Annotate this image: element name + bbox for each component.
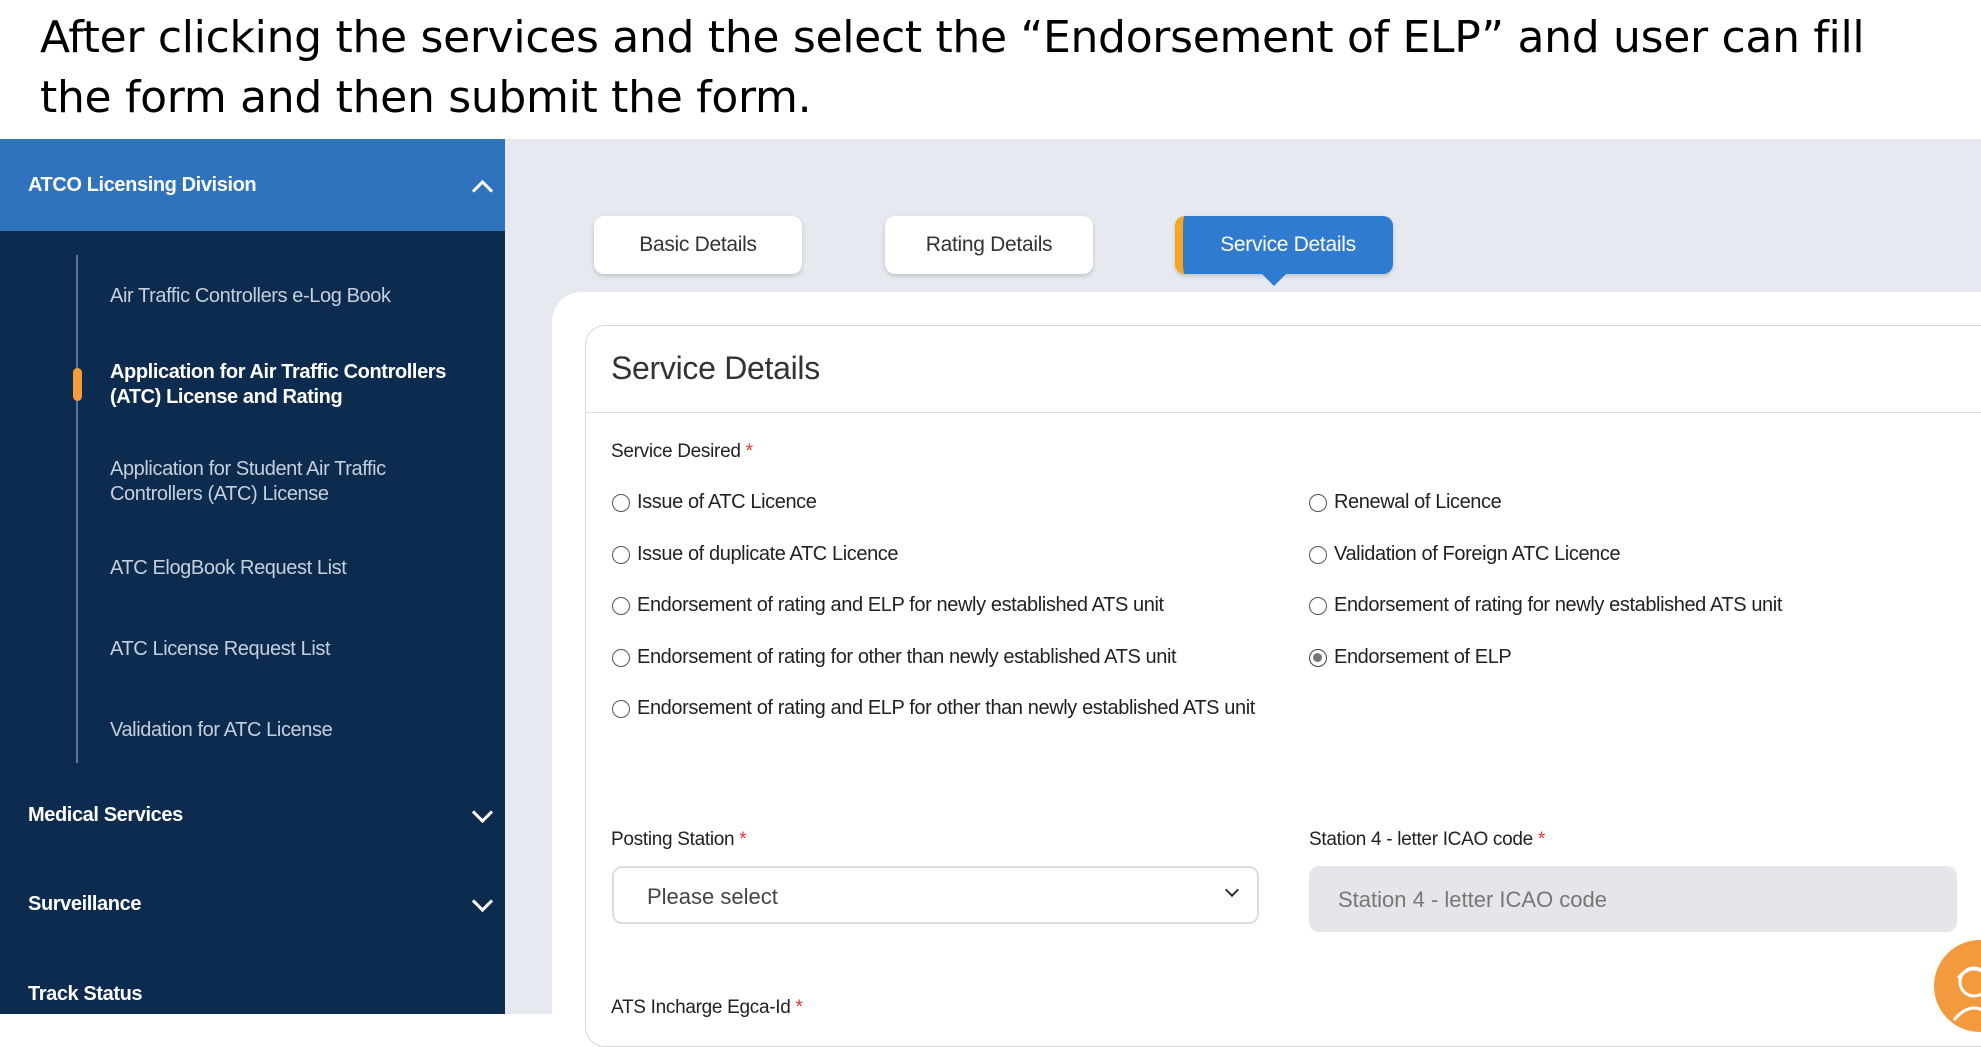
sidebar-item-surveillance[interactable]: Surveillance	[28, 893, 141, 916]
radio-button[interactable]	[1309, 545, 1327, 564]
radio-button[interactable]	[1309, 596, 1327, 615]
chevron-down-icon	[471, 801, 494, 824]
radio-button[interactable]	[612, 596, 630, 615]
sidebar-section-atco[interactable]: ATCO Licensing Division	[0, 139, 505, 231]
sidebar-item-medical-services[interactable]: Medical Services	[28, 804, 183, 827]
radio-button[interactable]	[612, 493, 630, 512]
active-tab-pointer	[1262, 274, 1286, 286]
radio-endorsement-rating-new-unit[interactable]: Endorsement of rating for newly establis…	[1309, 594, 1782, 617]
sidebar-item-elog-book[interactable]: Air Traffic Controllers e-Log Book	[110, 284, 470, 309]
sidebar-item-track-status[interactable]: Track Status	[28, 983, 143, 1006]
sidebar-item-license-request-list[interactable]: ATC License Request List	[110, 637, 470, 662]
service-details-card	[585, 325, 1981, 1047]
ats-incharge-label: ATS Incharge Egca-Id *	[611, 997, 803, 1018]
sidebar-item-student-atc-license[interactable]: Application for Student Air Traffic Cont…	[110, 457, 470, 507]
icao-code-label: Station 4 - letter ICAO code *	[1309, 829, 1546, 850]
radio-button[interactable]	[1309, 493, 1327, 512]
radio-endorsement-rating-elp-new-unit[interactable]: Endorsement of rating and ELP for newly …	[612, 594, 1164, 617]
divider	[586, 412, 1981, 413]
chevron-up-icon	[471, 179, 494, 202]
tab-basic-details[interactable]: Basic Details	[594, 216, 802, 274]
radio-endorsement-elp[interactable]: Endorsement of ELP	[1309, 646, 1512, 669]
chevron-down-icon	[471, 890, 494, 913]
sidebar-item-validation-atc-license[interactable]: Validation for ATC License	[110, 718, 470, 743]
submenu-guide-line	[76, 255, 78, 763]
sidebar-item-atc-license-application[interactable]: Application for Air Traffic Controllers …	[110, 360, 470, 410]
radio-renewal-licence[interactable]: Renewal of Licence	[1309, 491, 1502, 514]
icao-code-input[interactable]: Station 4 - letter ICAO code	[1309, 866, 1957, 932]
radio-button-checked[interactable]	[1309, 648, 1327, 667]
tab-rating-details[interactable]: Rating Details	[885, 216, 1093, 274]
radio-button[interactable]	[612, 545, 630, 564]
sidebar-section-label: ATCO Licensing Division	[28, 174, 257, 196]
sidebar: ATCO Licensing Division Air Traffic Cont…	[0, 139, 505, 1014]
active-indicator	[73, 368, 82, 401]
radio-issue-duplicate-licence[interactable]: Issue of duplicate ATC Licence	[612, 543, 899, 566]
page-title: Service Details	[611, 350, 820, 386]
posting-station-label: Posting Station *	[611, 829, 747, 850]
sidebar-item-elogbook-request-list[interactable]: ATC ElogBook Request List	[110, 556, 470, 581]
radio-button[interactable]	[612, 648, 630, 667]
chevron-down-icon	[1224, 882, 1240, 898]
tab-service-details[interactable]: Service Details	[1175, 216, 1393, 274]
radio-endorsement-rating-other-unit[interactable]: Endorsement of rating for other than new…	[612, 646, 1177, 669]
instruction-caption: After clicking the services and the sele…	[40, 12, 1865, 123]
radio-button[interactable]	[612, 699, 630, 718]
radio-validation-foreign-licence[interactable]: Validation of Foreign ATC Licence	[1309, 543, 1621, 566]
posting-station-select[interactable]: Please select	[612, 866, 1259, 924]
radio-issue-atc-licence[interactable]: Issue of ATC Licence	[612, 491, 817, 514]
radio-endorsement-rating-elp-other-unit[interactable]: Endorsement of rating and ELP for other …	[612, 697, 1255, 720]
service-desired-label: Service Desired *	[611, 441, 753, 462]
